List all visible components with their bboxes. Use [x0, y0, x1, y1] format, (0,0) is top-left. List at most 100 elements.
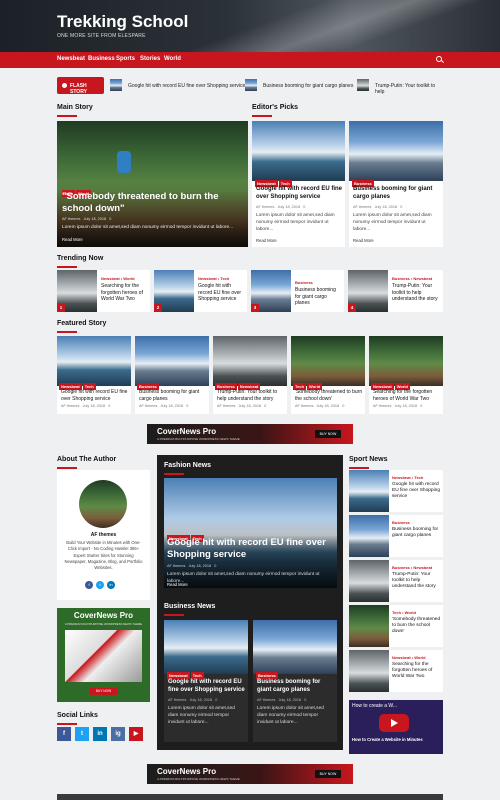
article-title[interactable]: Business booming for giant cargo planes [392, 527, 442, 539]
site-title[interactable]: Trekking School [57, 12, 188, 32]
main-story-title[interactable]: "Somebody threatened to burn the school … [62, 191, 247, 216]
trending-item[interactable]: 2 Newsbeat • Tech Google hit with record… [154, 270, 247, 312]
flash-thumb[interactable] [245, 79, 257, 91]
article-title[interactable]: Google hit with record EU fine over Shop… [168, 679, 246, 695]
article-title[interactable]: Business booming for giant cargo planes [353, 186, 439, 202]
article-title[interactable]: Trump-Putin: Your toolkit to help unders… [392, 283, 442, 303]
trending-item[interactable]: 4 Business • Newsbeat Trump-Putin: Your … [348, 270, 443, 312]
featured-article-card[interactable]: Business Business booming for giant cargo… [135, 336, 209, 414]
facebook-icon[interactable]: f [85, 581, 93, 589]
featured-article-card[interactable]: Newsbeat World Searching for the forgotten… [369, 336, 443, 414]
avatar [79, 480, 127, 528]
sport-list-item[interactable]: Newsbeat • World Searching for the forgot… [349, 650, 443, 692]
category-label[interactable]: Newsbeat • World [101, 276, 135, 281]
main-story-card[interactable]: Tech World "Somebody threatened to burn t… [57, 121, 248, 247]
section-title-featured: Featured Story [57, 320, 107, 333]
nav-item-newsbeat[interactable]: Newsbeat [57, 56, 85, 62]
business-article-card[interactable]: Business Business booming for giant carg… [253, 620, 337, 742]
editors-pick-card[interactable]: Business Business booming for giant carg… [349, 121, 443, 247]
article-image[interactable] [349, 470, 389, 512]
sport-list-item[interactable]: Tech • World 'Somebody threatened to burn… [349, 605, 443, 647]
article-title[interactable]: Google hit with record EU fine over Shop… [61, 389, 129, 402]
featured-article-card[interactable]: Tech World 'Somebody threatened to burn th… [291, 336, 365, 414]
category-label[interactable]: Business • Newsbeat [392, 276, 432, 281]
twitter-icon[interactable]: t [75, 727, 89, 741]
ad-buy-button[interactable]: BUY NOW [315, 430, 341, 438]
main-nav: Newsbeat Business Sports Stories World [0, 52, 500, 68]
category-badge[interactable]: Business [256, 672, 278, 679]
sport-list-item[interactable]: Business Business booming for giant cargo… [349, 515, 443, 557]
read-more-link[interactable]: Read More [353, 238, 374, 243]
trending-number: 4 [348, 304, 356, 312]
article-title[interactable]: Business booming for giant cargo planes [295, 287, 343, 307]
flash-item[interactable]: Business booming for giant cargo planes [263, 83, 353, 89]
editors-pick-card[interactable]: Newsbeat Tech Google hit with record EU f… [252, 121, 345, 247]
nav-item-world[interactable]: World [164, 56, 181, 62]
category-label[interactable]: Newsbeat • Tech [198, 276, 229, 281]
featured-article-card[interactable]: Newsbeat Tech Google hit with record EU fi… [57, 336, 131, 414]
linkedin-icon[interactable]: in [107, 581, 115, 589]
article-title[interactable]: Business booming for giant cargo planes [139, 389, 207, 402]
side-ad-buy-button[interactable]: BUY NOW [90, 688, 117, 695]
read-more-link[interactable]: Read More [167, 582, 188, 587]
author-bio: Build Your Website in Minutes with One-C… [64, 540, 143, 571]
category-label[interactable]: Tech • World [392, 610, 416, 615]
article-title[interactable]: Trump-Putin: Your toolkit to help unders… [217, 389, 285, 402]
article-title[interactable]: Searching for the forgotten heroes of Wo… [373, 389, 441, 402]
video-caption: How to Create a Website in Minutes [352, 737, 423, 742]
twitter-icon[interactable]: t [96, 581, 104, 589]
nav-item-stories[interactable]: Stories [140, 56, 160, 62]
article-title[interactable]: 'Somebody threatened to burn the school … [392, 617, 442, 636]
play-button-icon[interactable] [379, 714, 409, 732]
instagram-icon[interactable]: ig [111, 727, 125, 741]
trending-item[interactable]: 1 Newsbeat • World Searching for the for… [57, 270, 150, 312]
category-label[interactable]: Newsbeat • World [392, 655, 426, 660]
article-image[interactable] [349, 650, 389, 692]
article-title[interactable]: 'Somebody threatened to burn the school … [295, 389, 363, 402]
side-ad-banner[interactable]: CoverNews Pro A PREMIUM MULTIPURPOSE WOR… [57, 608, 150, 702]
article-title[interactable]: Business booming for giant cargo planes [257, 679, 335, 695]
article-image[interactable] [349, 605, 389, 647]
nav-item-business[interactable]: Business [88, 56, 115, 62]
flash-thumb[interactable] [110, 79, 122, 91]
fashion-article-title[interactable]: Google hit with record EU fine over Shop… [167, 537, 335, 562]
article-title[interactable]: Searching for the forgotten heroes of Wo… [392, 662, 442, 681]
sport-list-item[interactable]: Newsbeat • Tech Google hit with record EU… [349, 470, 443, 512]
youtube-icon[interactable]: ▶ [129, 727, 143, 741]
category-label[interactable]: Business • Newsbeat [392, 565, 432, 570]
sport-list-item[interactable]: Business • Newsbeat Trump-Putin: Your too… [349, 560, 443, 602]
trending-item[interactable]: 3 Business Business booming for giant ca… [251, 270, 344, 312]
category-badge[interactable]: Tech [190, 672, 204, 679]
article-title[interactable]: Trump-Putin: Your toolkit to help unders… [392, 572, 442, 591]
article-excerpt: Lorem ipsum dolor sit amet,sed diam nonu… [167, 572, 320, 585]
facebook-icon[interactable]: f [57, 727, 71, 741]
ad-subtitle: A PREMIUM MULTIPURPOSE WORDPRESS NEWS TH… [157, 777, 240, 781]
featured-article-card[interactable]: Business Newsbeat Trump-Putin: Your toolki… [213, 336, 287, 414]
category-label[interactable]: Newsbeat • Tech [392, 475, 423, 480]
ad-banner-bottom[interactable]: CoverNews Pro A PREMIUM MULTIPURPOSE WOR… [147, 764, 353, 784]
read-more-link[interactable]: Read More [62, 237, 83, 242]
article-meta: AF themes July 18, 2018 0 [295, 404, 345, 408]
ad-buy-button[interactable]: BUY NOW [315, 770, 341, 778]
category-label[interactable]: Business [392, 520, 410, 525]
section-title-main-story: Main Story [57, 104, 93, 117]
main-story-excerpt: Lorem ipsum dolor sit amet,sed diam nonu… [62, 225, 234, 230]
flash-item[interactable]: Trump-Putin: Your toolkit to help [375, 83, 443, 95]
category-label[interactable]: Business [295, 280, 313, 285]
category-badge[interactable]: Newsbeat [167, 672, 190, 679]
read-more-link[interactable]: Read More [256, 238, 277, 243]
ad-banner[interactable]: CoverNews Pro A PREMIUM MULTIPURPOSE WOR… [147, 424, 353, 444]
search-icon[interactable] [436, 56, 442, 62]
article-image[interactable] [349, 515, 389, 557]
article-image[interactable] [349, 560, 389, 602]
business-article-card[interactable]: Newsbeat Tech Google hit with record EU f… [164, 620, 248, 742]
article-title[interactable]: Google hit with record EU fine over Shop… [392, 482, 442, 501]
article-title[interactable]: Google hit with record EU fine over Shop… [256, 186, 342, 202]
article-title[interactable]: Searching for the forgotten heroes of Wo… [101, 283, 149, 303]
article-title[interactable]: Google hit with record EU fine over Shop… [198, 283, 246, 303]
flash-thumb[interactable] [357, 79, 369, 91]
video-widget[interactable]: How to create a W... How to Create a Web… [349, 700, 443, 754]
nav-item-sports[interactable]: Sports [116, 56, 135, 62]
flash-item[interactable]: Google hit with record EU fine over Shop… [128, 83, 245, 89]
linkedin-icon[interactable]: in [93, 727, 107, 741]
